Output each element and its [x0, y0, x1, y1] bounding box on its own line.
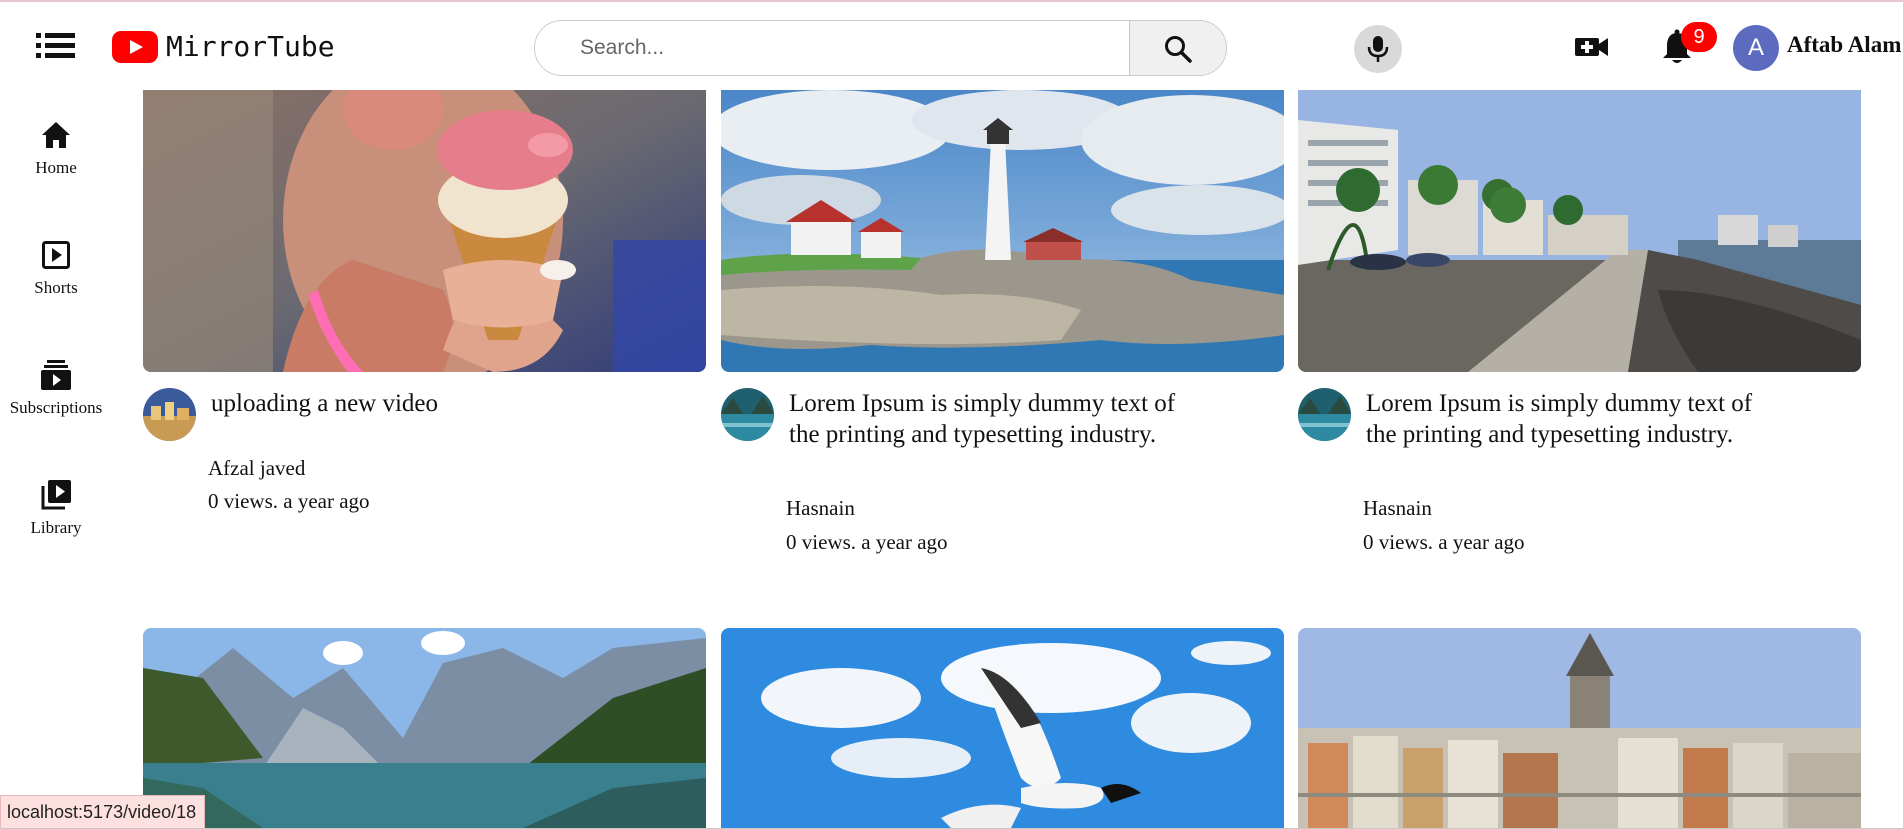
- sidebar-item-library[interactable]: Library: [0, 450, 112, 550]
- video-thumbnail[interactable]: [143, 90, 706, 372]
- sidebar-item-shorts[interactable]: Shorts: [0, 210, 112, 310]
- video-card[interactable]: Lorem Ipsum is simply dummy text of the …: [721, 90, 1284, 560]
- voice-search-button[interactable]: [1354, 25, 1402, 73]
- channel-name[interactable]: Hasnain: [786, 496, 855, 521]
- sidebar-item-subscriptions[interactable]: Subscriptions: [0, 330, 112, 430]
- subscriptions-icon: [41, 360, 71, 390]
- sidebar-item-label: Shorts: [34, 278, 78, 297]
- video-card[interactable]: [721, 628, 1284, 828]
- status-bar-url: localhost:5173/video/18: [0, 795, 206, 829]
- home-icon: [42, 122, 70, 148]
- notification-count-badge: 9: [1681, 22, 1717, 52]
- search-bar: [534, 20, 1227, 76]
- sidebar-item-label: Subscriptions: [9, 398, 103, 417]
- app-name: MirrorTube: [166, 30, 335, 63]
- channel-avatar[interactable]: [1298, 388, 1351, 441]
- search-icon: [1165, 36, 1192, 63]
- search-button[interactable]: [1129, 21, 1226, 75]
- channel-avatar[interactable]: [143, 388, 196, 441]
- user-name[interactable]: Aftab Alam: [1787, 32, 1901, 58]
- video-title[interactable]: Lorem Ipsum is simply dummy text of the …: [789, 388, 1209, 450]
- play-logo-icon: [112, 30, 158, 63]
- create-video-button[interactable]: [1574, 32, 1610, 62]
- sidebar-item-label: Home: [35, 158, 77, 177]
- user-avatar[interactable]: A: [1733, 25, 1779, 71]
- video-card[interactable]: Lorem Ipsum is simply dummy text of the …: [1298, 90, 1861, 560]
- video-title[interactable]: Lorem Ipsum is simply dummy text of the …: [1366, 388, 1786, 450]
- top-header: MirrorTube 9 A: [0, 2, 1903, 90]
- video-meta: 0 views. a year ago: [1363, 530, 1525, 554]
- channel-name[interactable]: Hasnain: [1363, 496, 1432, 521]
- library-icon: [41, 480, 71, 510]
- hamburger-menu-icon[interactable]: [30, 28, 82, 64]
- video-camera-plus-icon: [1575, 38, 1608, 56]
- sidebar-item-home[interactable]: Home: [0, 90, 112, 190]
- video-title[interactable]: uploading a new video: [211, 388, 631, 419]
- video-card[interactable]: [143, 628, 706, 828]
- sidebar-item-label: Library: [30, 518, 82, 537]
- search-input[interactable]: [535, 21, 1226, 75]
- channel-avatar[interactable]: [721, 388, 774, 441]
- video-meta: 0 views. a year ago: [786, 530, 948, 554]
- video-thumbnail[interactable]: [1298, 90, 1861, 372]
- shorts-play-icon: [42, 241, 70, 269]
- video-thumbnail[interactable]: [143, 628, 706, 828]
- video-card[interactable]: [1298, 628, 1861, 828]
- sidebar: Home Shorts Subscriptions Library: [0, 90, 112, 829]
- video-thumbnail[interactable]: [721, 90, 1284, 372]
- video-meta: 0 views. a year ago: [208, 489, 370, 513]
- channel-name[interactable]: Afzal javed: [208, 456, 305, 481]
- video-card[interactable]: uploading a new video Afzal javed 0 view…: [143, 90, 706, 520]
- app-logo[interactable]: MirrorTube: [112, 30, 335, 63]
- video-thumbnail[interactable]: [721, 628, 1284, 828]
- mic-icon: [1367, 36, 1389, 62]
- video-thumbnail[interactable]: [1298, 628, 1861, 828]
